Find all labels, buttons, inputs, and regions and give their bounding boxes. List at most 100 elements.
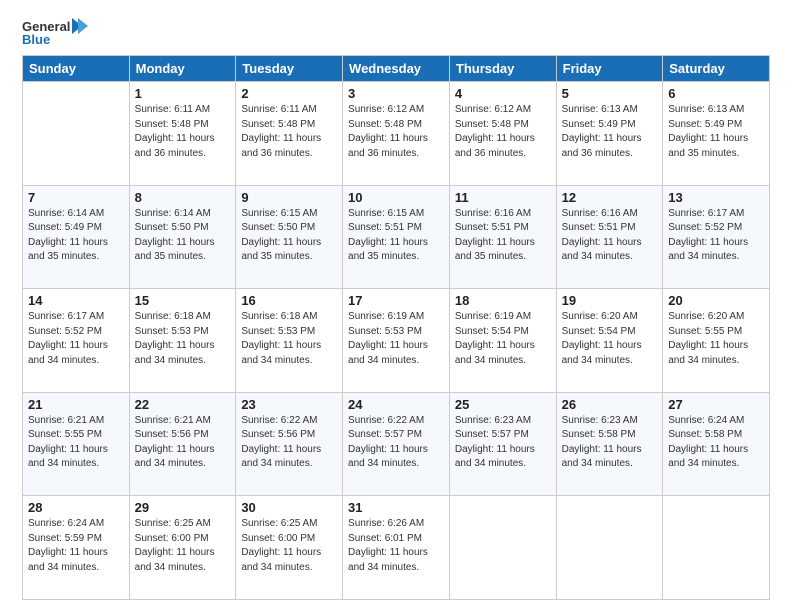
calendar-cell: 13 Sunrise: 6:17 AM Sunset: 5:52 PM Dayli…	[663, 185, 770, 289]
day-info: Sunrise: 6:25 AM Sunset: 6:00 PM Dayligh…	[135, 517, 231, 575]
calendar-cell: 9Sunrise: 6:15 AM Sunset: 5:50 PM Daylig…	[236, 185, 343, 289]
day-info: Sunrise: 6:14 AM Sunset: 5:49 PM Dayligh…	[28, 207, 124, 265]
day-info: Sunrise: 6:13 AM Sunset: 5:49 PM Dayligh…	[562, 103, 658, 161]
day-number: 22	[135, 397, 231, 412]
day-number: 3	[348, 86, 444, 101]
day-info: Sunrise: 6:24 AM Sunset: 5:59 PM Dayligh…	[28, 517, 124, 575]
logo-arrow-icon	[72, 18, 90, 34]
calendar-cell: 4Sunrise: 6:12 AM Sunset: 5:48 PM Daylig…	[449, 82, 556, 186]
weekday-header-wednesday: Wednesday	[343, 56, 450, 82]
day-info: Sunrise: 6:24 AM Sunset: 5:58 PM Dayligh…	[668, 414, 764, 472]
calendar-body: 1 Sunrise: 6:11 AM Sunset: 5:48 PM Daylig…	[23, 82, 770, 600]
day-number: 18	[455, 293, 551, 308]
day-number: 7	[28, 190, 124, 205]
day-number: 17	[348, 293, 444, 308]
day-info: Sunrise: 6:16 AM Sunset: 5:51 PM Dayligh…	[455, 207, 551, 265]
day-info: Sunrise: 6:11 AM Sunset: 5:48 PM Dayligh…	[241, 103, 337, 161]
calendar-cell	[556, 496, 663, 600]
day-info: Sunrise: 6:26 AM Sunset: 6:01 PM Dayligh…	[348, 517, 444, 575]
calendar-cell: 27 Sunrise: 6:24 AM Sunset: 5:58 PM Dayli…	[663, 392, 770, 496]
day-info: Sunrise: 6:16 AM Sunset: 5:51 PM Dayligh…	[562, 207, 658, 265]
calendar-header-row: SundayMondayTuesdayWednesdayThursdayFrid…	[23, 56, 770, 82]
day-info: Sunrise: 6:23 AM Sunset: 5:58 PM Dayligh…	[562, 414, 658, 472]
day-info: Sunrise: 6:20 AM Sunset: 5:55 PM Dayligh…	[668, 310, 764, 368]
calendar-cell	[663, 496, 770, 600]
calendar-week-1: 1 Sunrise: 6:11 AM Sunset: 5:48 PM Daylig…	[23, 82, 770, 186]
calendar-table: SundayMondayTuesdayWednesdayThursdayFrid…	[22, 55, 770, 600]
calendar-cell: 21 Sunrise: 6:21 AM Sunset: 5:55 PM Dayli…	[23, 392, 130, 496]
calendar-cell: 17 Sunrise: 6:19 AM Sunset: 5:53 PM Dayli…	[343, 289, 450, 393]
calendar-cell: 31 Sunrise: 6:26 AM Sunset: 6:01 PM Dayli…	[343, 496, 450, 600]
calendar-cell	[23, 82, 130, 186]
calendar-cell: 26 Sunrise: 6:23 AM Sunset: 5:58 PM Dayli…	[556, 392, 663, 496]
logo: General Blue	[22, 18, 90, 47]
calendar-cell: 5 Sunrise: 6:13 AM Sunset: 5:49 PM Daylig…	[556, 82, 663, 186]
day-info: Sunrise: 6:12 AM Sunset: 5:48 PM Dayligh…	[455, 103, 551, 161]
calendar-cell	[449, 496, 556, 600]
calendar-cell: 25 Sunrise: 6:23 AM Sunset: 5:57 PM Dayli…	[449, 392, 556, 496]
day-number: 26	[562, 397, 658, 412]
day-number: 11	[455, 190, 551, 205]
day-info: Sunrise: 6:21 AM Sunset: 5:56 PM Dayligh…	[135, 414, 231, 472]
calendar-cell: 7 Sunrise: 6:14 AM Sunset: 5:49 PM Daylig…	[23, 185, 130, 289]
calendar-week-3: 14Sunrise: 6:17 AM Sunset: 5:52 PM Dayli…	[23, 289, 770, 393]
day-number: 28	[28, 500, 124, 515]
page-header: General Blue	[22, 18, 770, 47]
day-number: 24	[348, 397, 444, 412]
day-number: 10	[348, 190, 444, 205]
day-info: Sunrise: 6:25 AM Sunset: 6:00 PM Dayligh…	[241, 517, 337, 575]
day-number: 31	[348, 500, 444, 515]
calendar-cell: 6Sunrise: 6:13 AM Sunset: 5:49 PM Daylig…	[663, 82, 770, 186]
weekday-header-sunday: Sunday	[23, 56, 130, 82]
day-number: 30	[241, 500, 337, 515]
day-number: 12	[562, 190, 658, 205]
calendar-cell: 28 Sunrise: 6:24 AM Sunset: 5:59 PM Dayli…	[23, 496, 130, 600]
calendar-cell: 12 Sunrise: 6:16 AM Sunset: 5:51 PM Dayli…	[556, 185, 663, 289]
weekday-header-monday: Monday	[129, 56, 236, 82]
day-number: 2	[241, 86, 337, 101]
day-number: 27	[668, 397, 764, 412]
day-info: Sunrise: 6:14 AM Sunset: 5:50 PM Dayligh…	[135, 207, 231, 265]
weekday-header-saturday: Saturday	[663, 56, 770, 82]
day-number: 16	[241, 293, 337, 308]
calendar-cell: 1Sunrise: 6:11 AM Sunset: 5:48 PM Daylig…	[129, 82, 236, 186]
weekday-header-friday: Friday	[556, 56, 663, 82]
calendar-cell: 16 Sunrise: 6:18 AM Sunset: 5:53 PM Dayli…	[236, 289, 343, 393]
day-info: Sunrise: 6:15 AM Sunset: 5:51 PM Dayligh…	[348, 207, 444, 265]
day-info: Sunrise: 6:23 AM Sunset: 5:57 PM Dayligh…	[455, 414, 551, 472]
calendar-week-4: 21 Sunrise: 6:21 AM Sunset: 5:55 PM Dayli…	[23, 392, 770, 496]
calendar-cell: 14Sunrise: 6:17 AM Sunset: 5:52 PM Dayli…	[23, 289, 130, 393]
day-number: 1	[135, 86, 231, 101]
logo-text: General Blue	[22, 18, 90, 47]
day-number: 19	[562, 293, 658, 308]
calendar-cell: 15 Sunrise: 6:18 AM Sunset: 5:53 PM Dayli…	[129, 289, 236, 393]
day-number: 20	[668, 293, 764, 308]
day-info: Sunrise: 6:21 AM Sunset: 5:55 PM Dayligh…	[28, 414, 124, 472]
day-number: 25	[455, 397, 551, 412]
day-number: 15	[135, 293, 231, 308]
day-number: 14	[28, 293, 124, 308]
calendar-week-2: 7 Sunrise: 6:14 AM Sunset: 5:49 PM Daylig…	[23, 185, 770, 289]
day-info: Sunrise: 6:19 AM Sunset: 5:53 PM Dayligh…	[348, 310, 444, 368]
calendar-cell: 22 Sunrise: 6:21 AM Sunset: 5:56 PM Dayli…	[129, 392, 236, 496]
day-info: Sunrise: 6:17 AM Sunset: 5:52 PM Dayligh…	[668, 207, 764, 265]
calendar-cell: 2 Sunrise: 6:11 AM Sunset: 5:48 PM Daylig…	[236, 82, 343, 186]
day-info: Sunrise: 6:18 AM Sunset: 5:53 PM Dayligh…	[135, 310, 231, 368]
day-number: 13	[668, 190, 764, 205]
calendar-cell: 24 Sunrise: 6:22 AM Sunset: 5:57 PM Dayli…	[343, 392, 450, 496]
calendar-week-5: 28 Sunrise: 6:24 AM Sunset: 5:59 PM Dayli…	[23, 496, 770, 600]
calendar-cell: 10 Sunrise: 6:15 AM Sunset: 5:51 PM Dayli…	[343, 185, 450, 289]
day-number: 9	[241, 190, 337, 205]
day-info: Sunrise: 6:22 AM Sunset: 5:57 PM Dayligh…	[348, 414, 444, 472]
day-number: 29	[135, 500, 231, 515]
calendar-cell: 19Sunrise: 6:20 AM Sunset: 5:54 PM Dayli…	[556, 289, 663, 393]
day-info: Sunrise: 6:18 AM Sunset: 5:53 PM Dayligh…	[241, 310, 337, 368]
calendar-cell: 20 Sunrise: 6:20 AM Sunset: 5:55 PM Dayli…	[663, 289, 770, 393]
day-number: 21	[28, 397, 124, 412]
day-number: 6	[668, 86, 764, 101]
calendar-cell: 30 Sunrise: 6:25 AM Sunset: 6:00 PM Dayli…	[236, 496, 343, 600]
day-number: 8	[135, 190, 231, 205]
calendar-cell: 18Sunrise: 6:19 AM Sunset: 5:54 PM Dayli…	[449, 289, 556, 393]
day-number: 5	[562, 86, 658, 101]
weekday-header-tuesday: Tuesday	[236, 56, 343, 82]
